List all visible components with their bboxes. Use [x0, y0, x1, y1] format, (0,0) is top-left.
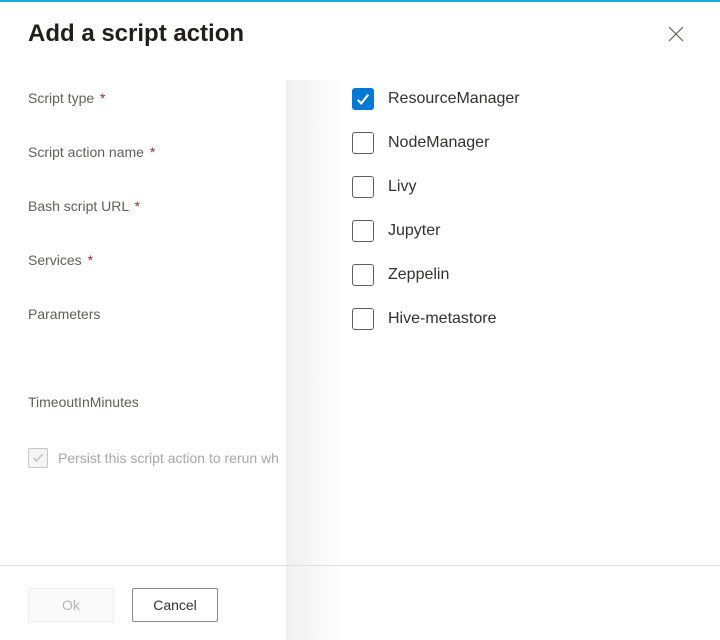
service-option[interactable]: Livy	[352, 176, 720, 198]
required-asterisk: *	[150, 144, 155, 160]
service-checkbox[interactable]	[352, 176, 374, 198]
service-checkbox[interactable]	[352, 132, 374, 154]
field-script-action-name: Script action name *	[28, 144, 340, 160]
service-label: Zeppelin	[388, 266, 449, 284]
add-script-action-blade: Add a script action Script type * Script…	[0, 2, 720, 640]
persist-checkbox	[28, 448, 48, 468]
service-label: ResourceManager	[388, 90, 520, 108]
required-asterisk: *	[135, 198, 140, 214]
field-label: Parameters	[28, 306, 100, 322]
service-label: Livy	[388, 178, 416, 196]
field-bash-script-url: Bash script URL *	[28, 198, 340, 214]
service-checkbox[interactable]	[352, 88, 374, 110]
ok-button[interactable]: Ok	[28, 588, 114, 622]
cancel-button[interactable]: Cancel	[132, 588, 218, 622]
field-parameters: Parameters	[28, 306, 340, 322]
service-option[interactable]: Hive-metastore	[352, 308, 720, 330]
check-icon	[356, 92, 370, 106]
service-checkbox[interactable]	[352, 308, 374, 330]
blade-title: Add a script action	[28, 20, 244, 48]
blade-footer: Ok Cancel	[0, 562, 720, 640]
field-label: Services	[28, 252, 82, 268]
required-asterisk: *	[88, 252, 93, 268]
service-option[interactable]: ResourceManager	[352, 88, 720, 110]
blade-header: Add a script action	[0, 2, 720, 60]
persist-checkbox-row: Persist this script action to rerun wh	[28, 448, 340, 468]
field-script-type: Script type *	[28, 90, 340, 106]
service-label: NodeManager	[388, 134, 489, 152]
close-icon	[668, 26, 684, 42]
field-services: Services *	[28, 252, 340, 268]
service-checkbox[interactable]	[352, 264, 374, 286]
service-option[interactable]: Jupyter	[352, 220, 720, 242]
field-label: Script action name	[28, 144, 144, 160]
service-checkbox[interactable]	[352, 220, 374, 242]
service-label: Jupyter	[388, 222, 440, 240]
blade-body: Script type * Script action name * Bash …	[0, 60, 720, 620]
service-option[interactable]: Zeppelin	[352, 264, 720, 286]
service-option[interactable]: NodeManager	[352, 132, 720, 154]
required-asterisk: *	[100, 90, 105, 106]
form-fields-column: Script type * Script action name * Bash …	[0, 60, 340, 620]
button-label: Cancel	[153, 597, 197, 613]
field-label: Bash script URL	[28, 198, 129, 214]
persist-label: Persist this script action to rerun wh	[58, 450, 279, 466]
close-button[interactable]	[660, 18, 692, 50]
field-timeout-in-minutes: TimeoutInMinutes	[28, 394, 340, 410]
service-label: Hive-metastore	[388, 310, 496, 328]
services-checkbox-list: ResourceManager NodeManager Livy Jupyter Zep…	[340, 60, 720, 620]
field-label: Script type	[28, 90, 94, 106]
button-label: Ok	[62, 597, 80, 613]
field-label: TimeoutInMinutes	[28, 394, 139, 410]
check-icon	[32, 452, 44, 464]
